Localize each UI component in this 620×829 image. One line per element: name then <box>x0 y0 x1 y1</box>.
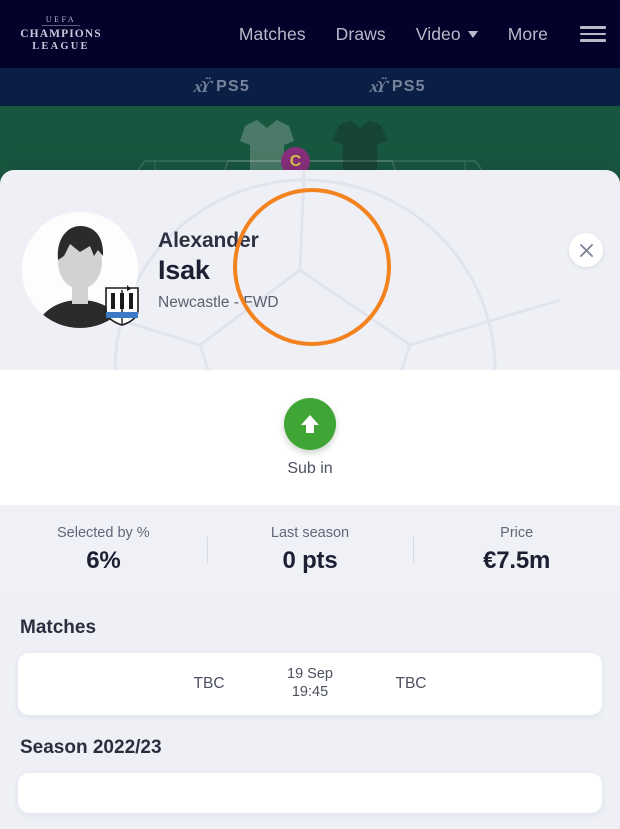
ps5-sponsor-logo-1[interactable]: xϔ PS5 <box>193 77 250 97</box>
player-last-name: Isak <box>158 254 210 285</box>
player-stats-row: Selected by % 6% Last season 0 pts Price… <box>0 505 620 595</box>
player-action-area: Sub in <box>0 370 620 505</box>
stat-price: Price €7.5m <box>413 525 620 575</box>
stat-last-season-label: Last season <box>270 525 350 541</box>
nav-item-video-label: Video <box>415 23 461 44</box>
hamburger-menu-icon[interactable] <box>580 26 606 42</box>
nav-item-video[interactable]: Video <box>416 24 478 45</box>
player-name-block: Alexander Isak Newcastle - FWD <box>158 229 279 312</box>
newcastle-united-crest <box>105 285 139 326</box>
stat-selected-by-label: Selected by % <box>56 525 150 541</box>
top-navigation-bar: UEFA CHAMPIONS LEAGUE Matches Draws Vide… <box>0 0 620 68</box>
close-button[interactable] <box>569 233 603 267</box>
stat-selected-by: Selected by % 6% <box>0 525 207 575</box>
uefa-logo-line2: LEAGUE <box>32 41 90 52</box>
stat-price-label: Price <box>500 525 534 541</box>
uefa-champions-league-logo[interactable]: UEFA CHAMPIONS LEAGUE <box>18 9 104 59</box>
captain-badge-label: C <box>289 152 302 170</box>
season-card[interactable] <box>18 773 602 813</box>
stat-selected-by-value: 6% <box>86 547 121 574</box>
ps5-sponsor-label-2: PS5 <box>391 78 426 95</box>
nav-links: Matches Draws Video More <box>239 24 606 45</box>
nav-item-more[interactable]: More <box>508 24 548 45</box>
match-kickoff: 19 Sep 19:45 <box>287 666 333 701</box>
season-section-title: Season 2022/23 <box>20 737 162 758</box>
match-date: 19 Sep <box>287 666 333 683</box>
nav-item-matches-label: Matches <box>238 23 306 44</box>
playstation-icon: xϔ <box>193 77 211 96</box>
avatar <box>22 212 139 328</box>
season-section: Season 2022/23 <box>0 737 620 813</box>
player-detail-sheet: Alexander Isak Newcastle - FWD Sub in Se… <box>0 170 620 829</box>
playstation-icon: xϔ <box>369 77 386 96</box>
sub-in-label: Sub in <box>287 459 333 477</box>
uefa-logo-arc-text: UEFA <box>41 15 81 26</box>
matches-section: Matches TBC 19 Sep 19:45 TBC <box>0 617 620 715</box>
stat-last-season-value: 0 pts <box>282 547 338 574</box>
sponsor-bar: xϔ PS5 xϔ PS5 <box>0 68 620 106</box>
matches-section-title: Matches <box>20 617 97 638</box>
arrow-up-icon <box>301 414 319 433</box>
match-row[interactable]: TBC 19 Sep 19:45 TBC <box>18 653 602 715</box>
player-first-name: Alexander <box>158 228 259 252</box>
player-club-position: Newcastle - FWD <box>158 293 279 311</box>
match-home-team: TBC <box>193 675 225 692</box>
nav-item-draws[interactable]: Draws <box>336 24 386 45</box>
close-icon <box>579 243 593 257</box>
match-away-team: TBC <box>395 675 427 692</box>
uefa-logo-line1: CHAMPIONS <box>20 27 102 40</box>
chevron-down-icon <box>467 30 478 38</box>
jersey-shirt-dark <box>333 120 387 172</box>
match-time: 19:45 <box>291 684 329 700</box>
nav-item-more-label: More <box>507 23 548 44</box>
player-header: Alexander Isak Newcastle - FWD <box>0 170 620 370</box>
stat-price-value: €7.5m <box>483 547 551 574</box>
nav-item-draws-label: Draws <box>335 23 386 44</box>
ps5-sponsor-logo-2[interactable]: xϔ PS5 <box>369 77 426 97</box>
nav-item-matches[interactable]: Matches <box>239 24 306 45</box>
player-detail-screen: UEFA CHAMPIONS LEAGUE Matches Draws Vide… <box>0 0 620 829</box>
ps5-sponsor-label-1: PS5 <box>216 78 250 95</box>
stat-last-season: Last season 0 pts <box>206 525 414 575</box>
sub-in-button[interactable] <box>284 397 336 450</box>
